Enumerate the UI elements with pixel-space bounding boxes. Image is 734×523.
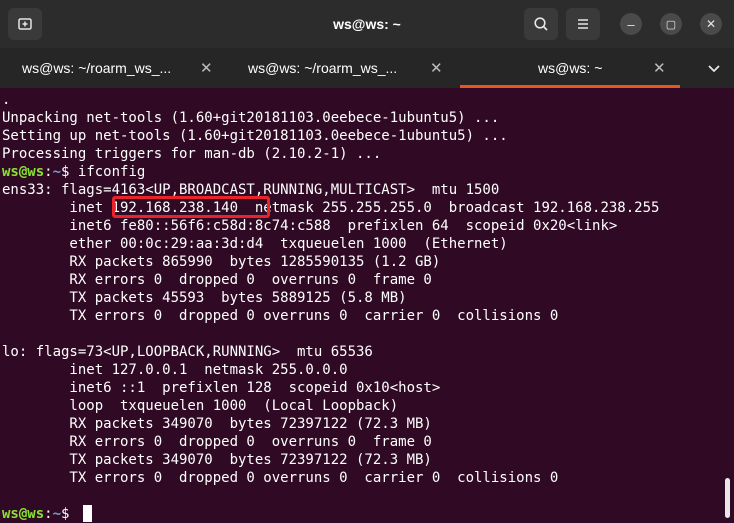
prompt-path: ~ [52,506,62,522]
terminal-line: Setting up net-tools (1.60+git20181103.0… [2,128,508,144]
terminal-line: . [2,92,11,108]
terminal-line: ether 00:0c:29:aa:3d:d4 txqueuelen 1000 … [2,236,508,252]
terminal-line: RX packets 865990 bytes 1285590135 (1.2 … [2,254,441,270]
tab-label: ws@ws: ~ [538,60,603,76]
terminal-line: RX packets 349070 bytes 72397122 (72.3 M… [2,416,432,432]
tab-label: ws@ws: ~/roarm_ws_... [248,60,398,76]
terminal-line: Processing triggers for man-db (2.10.2-1… [2,146,382,162]
prompt-user: ws@ws [2,506,45,522]
tab-roarm-ws-2[interactable]: ws@ws: ~/roarm_ws_... ✕ [230,48,460,88]
command-line: ws@ws:~$ ifconfig [2,163,145,181]
command-text: ifconfig [77,164,146,180]
terminal-line: lo: flags=73<UP,LOOPBACK,RUNNING> mtu 65… [2,344,373,360]
prompt-colon: : [44,506,53,522]
prompt-dollar: $ [61,506,78,522]
terminal-line: TX packets 45593 bytes 5889125 (5.8 MB) [2,290,407,306]
chevron-down-icon [708,65,720,73]
terminal-line: inet 192.168.238.140 netmask 255.255.255… [2,200,660,216]
prompt-dollar: $ [61,164,78,180]
tab-overflow-button[interactable] [694,48,734,88]
hamburger-menu-icon [578,19,588,29]
terminal-line: inet6 fe80::56f6:c58d:8c74:c588 prefixle… [2,218,618,234]
tab-close-icon[interactable]: ✕ [653,59,666,77]
terminal-line: TX errors 0 dropped 0 overruns 0 carrier… [2,308,559,324]
terminal-output[interactable]: . Unpacking net-tools (1.60+git20181103.… [0,88,734,522]
close-window-button[interactable]: ✕ [700,13,722,35]
tab-roarm-ws-1[interactable]: ws@ws: ~/roarm_ws_... ✕ [0,48,230,88]
terminal-line: inet6 ::1 prefixlen 128 scopeid 0x10<hos… [2,380,441,396]
scrollbar-thumb[interactable] [725,478,730,518]
minimize-icon: – [627,16,635,32]
prompt-user: ws@ws [2,164,45,180]
tab-home[interactable]: ws@ws: ~ ✕ [460,48,680,88]
close-icon: ✕ [705,17,717,31]
prompt-colon: : [44,164,53,180]
prompt-path: ~ [52,164,62,180]
search-icon [534,17,548,31]
text-cursor [83,505,92,522]
terminal-line: TX errors 0 dropped 0 overruns 0 carrier… [2,470,559,486]
terminal-line: RX errors 0 dropped 0 overruns 0 frame 0 [2,434,432,450]
title-bar: ws@ws: ~ – ▢ ✕ [0,0,734,48]
maximize-button[interactable]: ▢ [660,13,682,35]
tab-close-icon[interactable]: ✕ [430,59,443,77]
minimize-button[interactable]: – [620,13,642,35]
search-button[interactable] [524,8,558,40]
current-prompt-line[interactable]: ws@ws:~$ [2,505,78,523]
terminal-line: loop txqueuelen 1000 (Local Loopback) [2,398,399,414]
terminal-line: inet 127.0.0.1 netmask 255.0.0.0 [2,362,348,378]
menu-button[interactable] [566,8,600,40]
terminal-line: Unpacking net-tools (1.60+git20181103.0e… [2,110,500,126]
tab-bar: ws@ws: ~/roarm_ws_... ✕ ws@ws: ~/roarm_w… [0,48,734,88]
tab-close-icon[interactable]: ✕ [200,59,213,77]
tab-label: ws@ws: ~/roarm_ws_... [22,60,172,76]
terminal-line: TX packets 349070 bytes 72397122 (72.3 M… [2,452,432,468]
terminal-line: RX errors 0 dropped 0 overruns 0 frame 0 [2,272,432,288]
ip-highlight-box [112,196,270,218]
maximize-icon: ▢ [665,18,677,31]
